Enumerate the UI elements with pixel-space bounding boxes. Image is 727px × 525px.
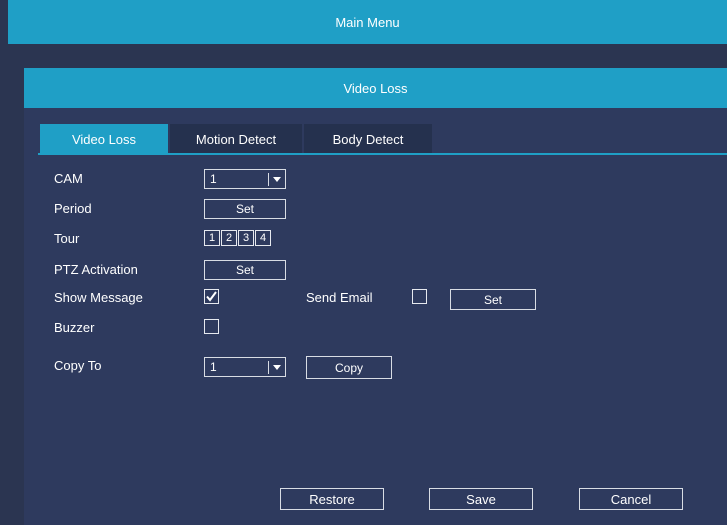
save-button-label: Save [466, 491, 496, 507]
period-set-button[interactable]: Set [204, 199, 286, 219]
buzzer-checkbox[interactable] [204, 319, 219, 334]
tour-label: Tour [54, 231, 80, 246]
tab-video-loss[interactable]: Video Loss [40, 124, 168, 154]
ptz-set-label: Set [235, 263, 254, 277]
copy-button-label: Copy [334, 360, 363, 375]
send-email-label: Send Email [306, 290, 373, 305]
tab-body-detect[interactable]: Body Detect [304, 124, 432, 154]
cam-select[interactable]: 1 [204, 169, 286, 189]
cam-select-divider [268, 173, 269, 186]
copy-to-select-divider [268, 361, 269, 374]
show-message-label: Show Message [54, 290, 143, 305]
tab-motion-detect-label: Motion Detect [195, 131, 277, 147]
period-label: Period [54, 201, 92, 216]
copy-to-select[interactable]: 1 [204, 357, 286, 377]
cam-label: CAM [54, 171, 83, 186]
dialog-title: Video Loss [343, 80, 408, 96]
tab-underline [38, 153, 727, 155]
checkmark-icon [206, 291, 217, 302]
send-email-set-button[interactable]: Set [450, 289, 536, 310]
save-button[interactable]: Save [429, 488, 533, 510]
cam-select-value: 1 [210, 172, 217, 186]
ptz-activation-label: PTZ Activation [54, 262, 138, 277]
tour-channel-3-label: 3 [242, 232, 250, 244]
tour-channel-4-label: 4 [259, 232, 267, 244]
buzzer-label: Buzzer [54, 320, 95, 335]
tour-channel-1[interactable]: 1 [204, 230, 220, 246]
restore-button-label: Restore [309, 491, 355, 507]
tab-body-detect-label: Body Detect [332, 131, 404, 147]
tour-channel-2-label: 2 [225, 232, 233, 244]
tour-channel-1-label: 1 [208, 232, 216, 244]
copy-button[interactable]: Copy [306, 356, 392, 379]
main-menu-title: Main Menu [335, 14, 400, 30]
period-set-label: Set [235, 202, 254, 216]
restore-button[interactable]: Restore [280, 488, 384, 510]
copy-to-select-value: 1 [210, 360, 217, 374]
tab-video-loss-label: Video Loss [71, 131, 137, 147]
send-email-checkbox[interactable] [412, 289, 427, 304]
ptz-set-button[interactable]: Set [204, 260, 286, 280]
tour-channel-2[interactable]: 2 [221, 230, 237, 246]
copy-to-label: Copy To [54, 358, 102, 373]
cancel-button[interactable]: Cancel [579, 488, 683, 510]
tour-channel-4[interactable]: 4 [255, 230, 271, 246]
tab-bar: Video Loss Motion Detect Body Detect [40, 124, 434, 154]
chevron-down-icon [273, 177, 281, 182]
tour-channel-3[interactable]: 3 [238, 230, 254, 246]
chevron-down-icon [273, 365, 281, 370]
video-loss-dialog: Video Loss Video Loss Motion Detect Body… [24, 68, 727, 525]
dialog-titlebar: Video Loss [24, 68, 727, 108]
cancel-button-label: Cancel [610, 491, 652, 507]
tab-motion-detect[interactable]: Motion Detect [170, 124, 302, 154]
main-menu-titlebar: Main Menu [8, 0, 727, 44]
show-message-checkbox[interactable] [204, 289, 219, 304]
send-email-set-label: Set [483, 292, 502, 307]
